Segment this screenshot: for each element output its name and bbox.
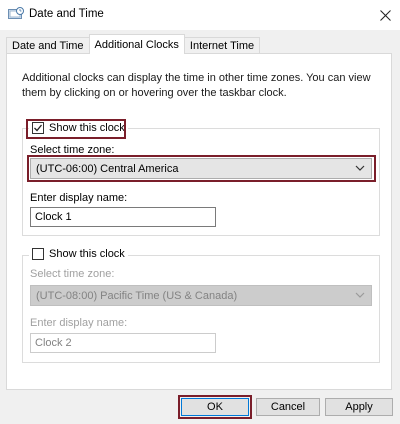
clock1-display-name-label: Enter display name:	[30, 192, 128, 204]
clock2-timezone-select[interactable]: (UTC-08:00) Pacific Time (US & Canada)	[30, 285, 372, 306]
close-button[interactable]	[370, 0, 400, 30]
clock-window-icon	[8, 7, 24, 19]
title-bar: Date and Time	[0, 0, 400, 30]
clock2-show-row[interactable]: Show this clock	[29, 248, 128, 260]
clock1-checkbox-highlight	[26, 119, 126, 139]
clock2-timezone-value: (UTC-08:00) Pacific Time (US & Canada)	[36, 289, 238, 302]
tab-date-and-time[interactable]: Date and Time	[6, 37, 90, 54]
window-title: Date and Time	[29, 8, 104, 20]
tab-internet-time[interactable]: Internet Time	[183, 37, 261, 54]
close-icon	[379, 9, 391, 21]
ok-button-highlight	[178, 395, 252, 419]
clock1-timezone-highlight	[27, 155, 376, 182]
tab-additional-clocks[interactable]: Additional Clocks	[88, 34, 185, 54]
clock2-display-name-label: Enter display name:	[30, 317, 128, 329]
clock1-display-name-input[interactable]: Clock 1	[30, 207, 216, 227]
cancel-button[interactable]: Cancel	[256, 398, 320, 416]
chevron-down-icon	[355, 292, 365, 298]
clock2-timezone-label: Select time zone:	[30, 268, 115, 280]
tab-strip: Date and Time Additional Clocks Internet…	[6, 34, 261, 54]
clock2-display-name-input[interactable]: Clock 2	[30, 333, 216, 353]
apply-button[interactable]: Apply	[325, 398, 393, 416]
clock2-show-label: Show this clock	[49, 248, 125, 260]
description-text: Additional clocks can display the time i…	[22, 72, 371, 99]
clock2-show-checkbox[interactable]	[32, 248, 44, 260]
